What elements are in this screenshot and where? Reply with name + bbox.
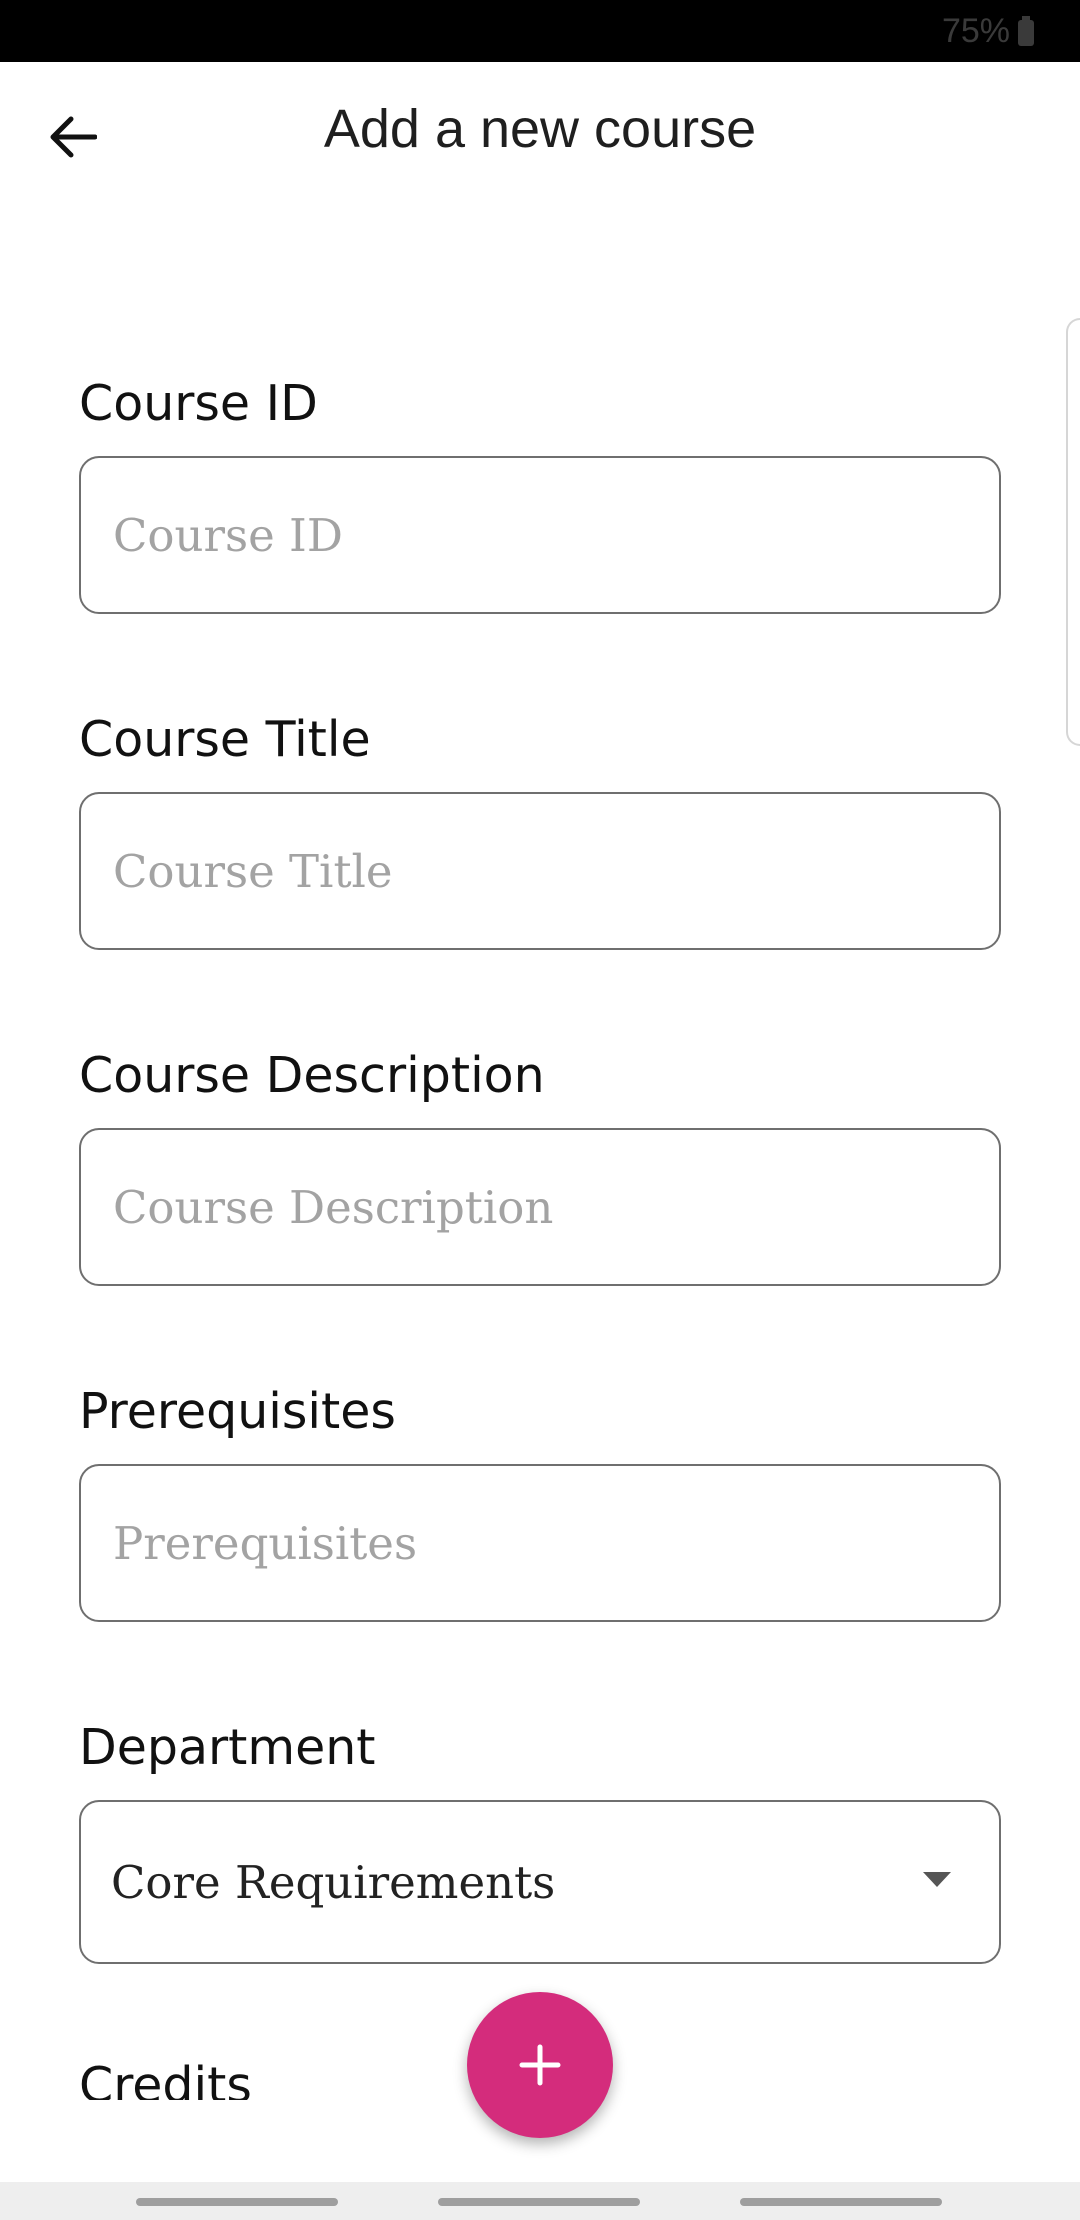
course-id-input[interactable] (111, 507, 999, 563)
course-title-input[interactable] (111, 843, 999, 899)
course-title-field: Course Title (79, 710, 1001, 950)
course-title-input-box[interactable] (79, 792, 1001, 950)
course-description-input-box[interactable] (79, 1128, 1001, 1286)
department-field: Department Core Requirements (79, 1718, 1001, 1964)
nav-back-button[interactable] (740, 2198, 942, 2206)
credits-field: Credits (79, 2058, 479, 2100)
course-id-field: Course ID (79, 374, 1001, 614)
nav-home-button[interactable] (438, 2198, 640, 2206)
edge-panel-handle[interactable] (1066, 318, 1080, 746)
credits-label: Credits (79, 2058, 252, 2100)
nav-recents-button[interactable] (136, 2198, 338, 2206)
page-title: Add a new course (323, 99, 757, 159)
navigation-bar (0, 2182, 1080, 2220)
prerequisites-label: Prerequisites (79, 1383, 396, 1440)
department-label: Department (79, 1719, 376, 1776)
course-description-input[interactable] (111, 1179, 999, 1235)
battery-percentage: 75% (941, 12, 1010, 50)
battery-icon (1018, 16, 1034, 46)
course-id-label: Course ID (79, 375, 318, 432)
department-dropdown[interactable]: Core Requirements (79, 1800, 1001, 1964)
course-description-field: Course Description (79, 1046, 1001, 1286)
status-bar: 75% (0, 0, 1080, 62)
app-bar: Add a new course (0, 62, 1080, 210)
prerequisites-field: Prerequisites (79, 1382, 1001, 1622)
prerequisites-input[interactable] (111, 1515, 999, 1571)
course-title-label: Course Title (79, 711, 371, 768)
course-description-label: Course Description (79, 1047, 545, 1104)
prerequisites-input-box[interactable] (79, 1464, 1001, 1622)
course-id-input-box[interactable] (79, 456, 1001, 614)
department-selected-value: Core Requirements (111, 1855, 556, 1909)
add-course-button[interactable] (467, 1992, 613, 2138)
plus-icon (519, 2044, 561, 2086)
dropdown-arrow-icon (923, 1872, 951, 1887)
